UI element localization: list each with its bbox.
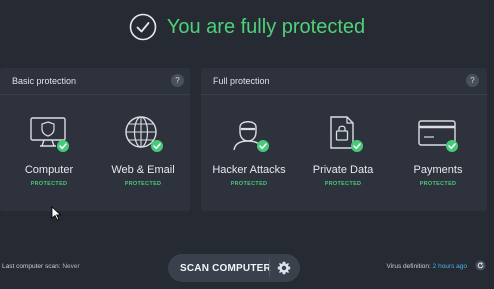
virus-definition-label: Virus definition: <box>386 263 431 270</box>
hacker-icon <box>233 121 269 152</box>
gear-icon[interactable] <box>277 261 291 275</box>
tile-label: Computer <box>24 164 74 176</box>
tile-label: Web & Email <box>111 164 175 176</box>
tile-private-data[interactable]: Private Data PROTECTED <box>298 112 388 187</box>
check-circle-icon <box>129 13 157 41</box>
refresh-icon[interactable] <box>475 260 486 271</box>
protection-status: You are fully protected <box>0 8 494 46</box>
tile-payments[interactable]: Payments PROTECTED <box>393 112 483 187</box>
credit-card-icon <box>418 120 458 152</box>
panel-header: Basic protection ? <box>0 68 190 95</box>
tile-status: PROTECTED <box>30 181 68 187</box>
last-scan-info: Last computer scan: Never <box>2 263 80 270</box>
tile-label: Hacker Attacks <box>212 164 286 176</box>
mouse-cursor-icon <box>51 206 62 221</box>
tile-computer[interactable]: Computer PROTECTED <box>4 112 94 187</box>
basic-protection-panel: Basic protection ? Computer PROTECTED We… <box>0 68 190 211</box>
tile-status: PROTECTED <box>124 181 162 187</box>
last-scan-value: Never <box>62 263 80 270</box>
help-icon[interactable]: ? <box>171 74 184 87</box>
globe-icon <box>125 116 163 152</box>
tile-web-email[interactable]: Web & Email PROTECTED <box>98 112 188 187</box>
tile-status: PROTECTED <box>230 181 268 187</box>
virus-definition-info: Virus definition: 2 hours ago <box>387 263 467 270</box>
help-icon[interactable]: ? <box>466 74 479 87</box>
panel-header: Full protection ? <box>201 68 487 95</box>
tile-hacker-attacks[interactable]: Hacker Attacks PROTECTED <box>204 112 294 187</box>
last-scan-label: Last computer scan: <box>2 263 61 270</box>
full-protection-panel: Full protection ? Hacker Attacks PROTECT… <box>201 68 487 211</box>
divider <box>269 259 270 277</box>
virus-definition-link[interactable]: 2 hours ago <box>433 263 467 270</box>
monitor-shield-icon <box>30 117 69 152</box>
tile-label: Payments <box>413 164 463 176</box>
panel-title: Basic protection <box>12 76 77 86</box>
status-title: You are fully protected <box>166 15 366 38</box>
scan-computer-button[interactable]: SCAN COMPUTER <box>168 254 300 282</box>
panel-title: Full protection <box>213 76 270 86</box>
locked-document-icon <box>330 116 363 152</box>
tile-status: PROTECTED <box>324 181 362 187</box>
scan-computer-label: SCAN COMPUTER <box>180 263 271 274</box>
tile-status: PROTECTED <box>419 181 457 187</box>
tile-label: Private Data <box>312 164 374 176</box>
